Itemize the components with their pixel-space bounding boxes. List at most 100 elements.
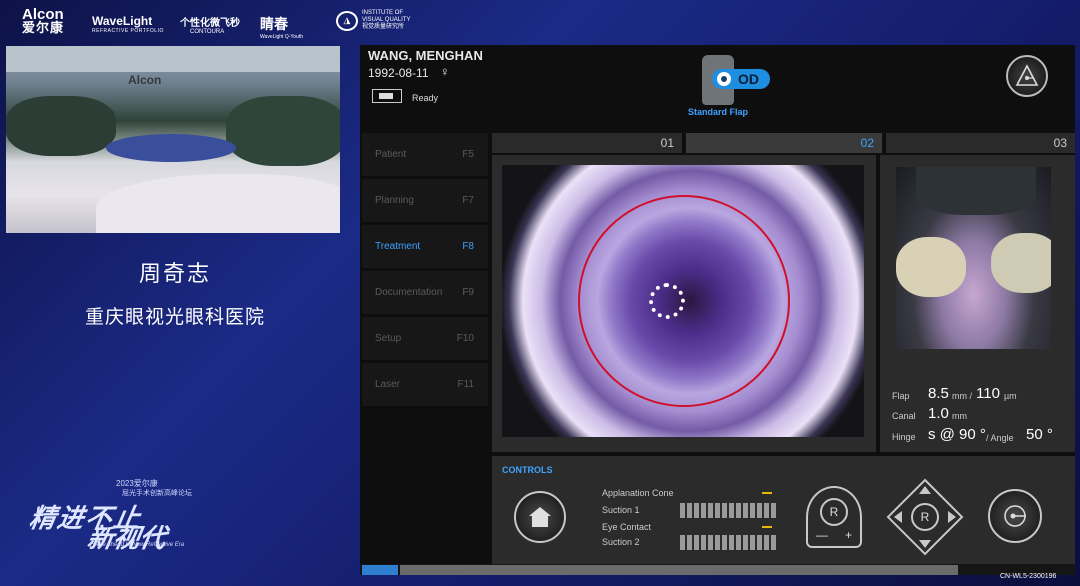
angle-value: 50 °: [1026, 426, 1053, 443]
ivq-line-2: VISUAL QUALITY: [362, 17, 411, 23]
canal-value: 1.0: [928, 405, 949, 422]
laser-warning-button[interactable]: [1006, 55, 1048, 97]
plus-icon[interactable]: +: [845, 528, 852, 542]
canal-unit: mm: [952, 411, 967, 421]
eye-label: OD: [738, 71, 759, 87]
microscope-brand-label: Alcon: [128, 73, 162, 87]
nav-label: Setup: [375, 333, 402, 344]
suction-2-label: Suction 2: [602, 537, 640, 547]
nav-label: Treatment: [375, 241, 421, 252]
nav-item-setup[interactable]: Setup F10: [362, 317, 488, 361]
hinge-value: s @ 90 °: [928, 426, 986, 443]
patient-cap: [106, 134, 236, 162]
alcon-logo: Alcon 爱尔康: [22, 7, 65, 35]
suction-1-label: Suction 1: [602, 505, 640, 515]
applanation-cone-label: Applanation Cone: [602, 488, 674, 498]
flap-label: Flap: [892, 391, 910, 401]
nav-label: Documentation: [375, 287, 443, 298]
nav-item-documentation[interactable]: Documentation F9: [362, 271, 488, 315]
side-cam-device: [916, 167, 1036, 215]
event-logo: 2023爱尔康 屈光手术创新高峰论坛 精进不止 新视代 Forge ahead …: [27, 470, 240, 553]
surgical-drape: [96, 174, 340, 233]
contoura-logo-en: CONTOURA: [190, 29, 225, 35]
nav-label: Planning: [375, 195, 414, 206]
controls-title: CONTROLS: [502, 465, 553, 475]
laser-fire-button[interactable]: [988, 489, 1042, 543]
flap-diameter-unit: mm /: [952, 391, 972, 401]
status-strip-progress: [400, 565, 958, 575]
patient-dob: 1992-08-11: [368, 66, 429, 80]
nav-key: F7: [462, 195, 474, 206]
nav-item-patient[interactable]: Patient F5: [362, 133, 488, 177]
nav-item-laser[interactable]: Laser F11: [362, 363, 488, 407]
device-status-text: Ready: [412, 93, 439, 103]
controls-panel: CONTROLS Applanation Cone Suction 1 Eye …: [492, 456, 1075, 564]
surgeon-arm-right: [226, 96, 340, 166]
flap-thickness-unit: µm: [1004, 391, 1017, 401]
nav-key: F8: [462, 241, 474, 252]
microscope-view: [502, 165, 864, 437]
step-01[interactable]: 01: [492, 133, 682, 153]
parameters-panel: Flap 8.5 mm / 110 µm Canal 1.0 mm Hinge …: [880, 155, 1075, 452]
wavelight-logo-text: WaveLight: [92, 14, 153, 28]
surgeon-camera-feed: Alcon: [6, 46, 340, 233]
suction-1-bar: [680, 503, 776, 518]
angle-label: / Angle: [986, 433, 1014, 443]
step-indicator: 01 02 03: [492, 133, 1075, 153]
eye-icon: [717, 72, 731, 86]
flap-thickness-value: 110: [976, 385, 1000, 402]
nav-key: F9: [462, 287, 474, 298]
patient-name: WANG, MENGHAN: [368, 48, 483, 63]
flap-mode-label: Standard Flap: [687, 107, 748, 117]
wavelight-logo: WaveLight REFRACTIVE PORTFOLIO: [92, 14, 164, 34]
female-icon: ♀: [440, 64, 450, 79]
step-02[interactable]: 02: [686, 133, 882, 153]
speaker-organization: 重庆眼视光眼科医院: [84, 307, 265, 328]
step-label: 02: [860, 136, 874, 150]
nav-key: F10: [456, 333, 474, 344]
eye-contact-label: Eye Contact: [602, 522, 652, 532]
nav-key: F11: [457, 379, 475, 390]
event-forum: 屈光手术创新高峰论坛: [122, 490, 192, 497]
surgeon-arm-left: [6, 96, 116, 156]
step-label: 01: [660, 136, 674, 150]
eye-contact-indicator: [762, 526, 772, 528]
laser-ui-screen: WANG, MENGHAN 1992-08-11 ♀ Ready OD Stan…: [360, 45, 1075, 575]
ivq-cn: 视觉质量研究所: [362, 24, 405, 30]
dpad-center-label: R: [911, 503, 939, 531]
hinge-label: Hinge: [892, 432, 916, 442]
step-label: 03: [1053, 136, 1067, 150]
ivq-emblem-icon: ◮: [336, 10, 358, 31]
suction-2-bar: [680, 535, 776, 550]
device-status-icon: [372, 89, 402, 103]
nav-item-treatment[interactable]: Treatment F8: [362, 225, 488, 269]
event-title-2: 新视代: [85, 523, 169, 553]
qingchun-logo-sub: WaveLight Q-Youth: [260, 34, 303, 40]
home-button[interactable]: [514, 491, 566, 543]
status-strip: [360, 564, 1075, 575]
ivq-logo: ◮ INSTITUTE OF VISUAL QUALITY 视觉质量研究所: [336, 10, 410, 31]
nav-key: F5: [462, 149, 474, 160]
footer-code: CN-WL5-2300196: [1000, 573, 1057, 580]
contoura-logo: 个性化微飞秒 CONTOURA: [180, 14, 240, 35]
r-knob-label: R: [820, 498, 848, 526]
qingchun-logo: 睛春 WaveLight Q-Youth: [260, 14, 303, 40]
nav-label: Laser: [375, 379, 401, 390]
side-cam-glove-left: [896, 237, 966, 297]
step-03[interactable]: 03: [886, 133, 1075, 153]
event-subtitle: Forge ahead to New Refractive Era: [90, 542, 185, 548]
directional-pad[interactable]: R: [886, 478, 964, 556]
speaker-name: 周奇志: [138, 261, 211, 286]
r-adjust-button[interactable]: R — +: [806, 486, 862, 548]
minus-icon[interactable]: —: [816, 528, 828, 542]
laser-beam-icon: [1004, 505, 1026, 527]
qingchun-logo-text: 睛春: [260, 16, 288, 32]
side-cam-glove-right: [991, 233, 1051, 293]
flap-diameter-value: 8.5: [928, 385, 949, 402]
canal-label: Canal: [892, 411, 916, 421]
applanation-cone-indicator: [762, 492, 772, 494]
nav-item-planning[interactable]: Planning F7: [362, 179, 488, 223]
ivq-line-1: INSTITUTE OF: [362, 10, 403, 16]
alcon-logo-cn: 爱尔康: [22, 20, 65, 35]
contoura-logo-cn: 个性化微飞秒: [180, 18, 240, 29]
